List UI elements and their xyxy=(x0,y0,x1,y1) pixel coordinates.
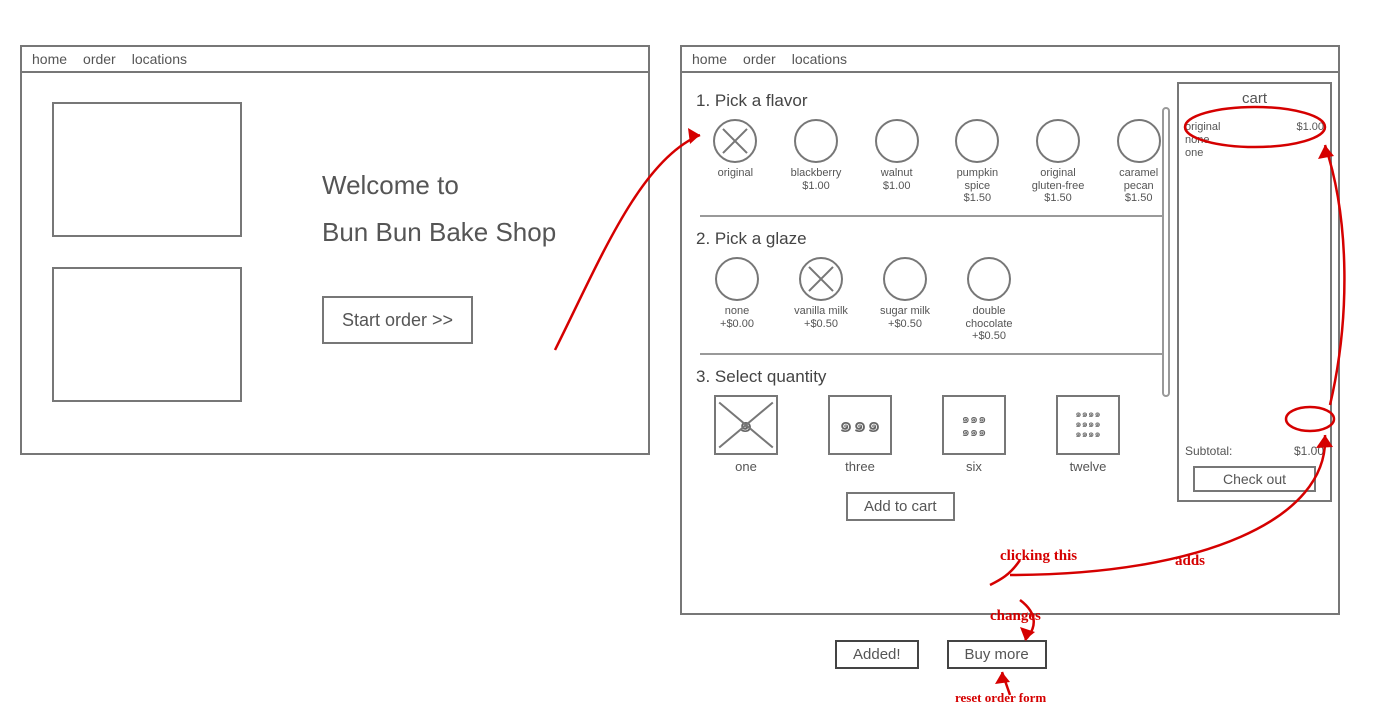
flavor-option[interactable]: blackberry $1.00 xyxy=(787,119,846,205)
subtotal-label: Subtotal: xyxy=(1185,444,1232,458)
radio-icon[interactable] xyxy=(875,119,919,163)
flavor-name: original xyxy=(718,167,753,180)
nav-home[interactable]: home xyxy=(32,51,67,67)
qty-label: one xyxy=(735,459,757,474)
qty-box[interactable]: ๑๑๑ xyxy=(828,395,892,455)
image-placeholder xyxy=(52,102,242,237)
flavor-price: $1.00 xyxy=(802,180,830,193)
flavor-price: $1.00 xyxy=(883,180,911,193)
welcome-text: Welcome to Bun Bun Bake Shop Start order… xyxy=(322,162,556,344)
step1-title: 1. Pick a flavor xyxy=(696,91,1168,111)
nav-order[interactable]: order xyxy=(83,51,116,67)
glaze-name: none xyxy=(725,305,749,318)
annotation-adds: adds xyxy=(1175,553,1205,570)
radio-icon[interactable] xyxy=(967,257,1011,301)
flavor-option[interactable]: walnut $1.00 xyxy=(867,119,926,205)
cart-panel: cart original none one $1.00 Subtotal: $… xyxy=(1177,82,1332,502)
annotation-reset: reset order form xyxy=(955,690,1046,706)
flavor-name: walnut xyxy=(881,167,913,180)
scrollbar[interactable] xyxy=(1162,107,1170,397)
nav-locations[interactable]: locations xyxy=(132,51,187,67)
radio-icon[interactable] xyxy=(955,119,999,163)
glaze-price: +$0.00 xyxy=(720,318,754,331)
flavor-option[interactable]: original xyxy=(706,119,765,205)
navbar: home order locations xyxy=(22,47,648,73)
welcome-line1: Welcome to xyxy=(322,162,556,209)
quantity-row: ๑ one ๑๑๑ three ๑๑๑๑๑๑ six ๑๑๑๑๑๑๑๑๑๑๑๑ … xyxy=(714,395,1168,474)
navbar: home order locations xyxy=(682,47,1338,73)
flavor-option[interactable]: pumpkin spice $1.50 xyxy=(948,119,1007,205)
radio-icon[interactable] xyxy=(799,257,843,301)
qty-box[interactable]: ๑๑๑๑๑๑๑๑๑๑๑๑ xyxy=(1056,395,1120,455)
flavor-row: original blackberry $1.00 walnut $1.00 p… xyxy=(706,119,1168,205)
glaze-option[interactable]: vanilla milk +$0.50 xyxy=(790,257,852,343)
qty-label: three xyxy=(845,459,875,474)
qty-label: six xyxy=(966,459,982,474)
glaze-price: +$0.50 xyxy=(972,330,1006,343)
radio-icon[interactable] xyxy=(715,257,759,301)
checkout-button[interactable]: Check out xyxy=(1193,466,1316,492)
flavor-name: pumpkin spice xyxy=(948,167,1007,192)
flavor-option[interactable]: caramel pecan $1.50 xyxy=(1109,119,1168,205)
quantity-option[interactable]: ๑ one xyxy=(714,395,778,474)
flavor-name: blackberry xyxy=(791,167,842,180)
add-to-cart-button[interactable]: Add to cart xyxy=(846,492,955,521)
annotation-clicking-this: clicking this xyxy=(1000,548,1077,565)
glaze-name: double chocolate xyxy=(958,305,1020,330)
flavor-name: original gluten-free xyxy=(1029,167,1088,192)
after-state-buttons: Added! Buy more xyxy=(835,640,1047,669)
quantity-option[interactable]: ๑๑๑๑๑๑๑๑๑๑๑๑ twelve xyxy=(1056,395,1120,474)
order-form: 1. Pick a flavor original blackberry $1.… xyxy=(696,87,1168,603)
nav-order[interactable]: order xyxy=(743,51,776,67)
radio-icon[interactable] xyxy=(713,119,757,163)
flavor-price: $1.50 xyxy=(1044,192,1072,205)
divider xyxy=(700,353,1164,355)
flavor-price: $1.50 xyxy=(964,192,992,205)
radio-icon[interactable] xyxy=(1036,119,1080,163)
nav-home[interactable]: home xyxy=(692,51,727,67)
start-order-button[interactable]: Start order >> xyxy=(322,296,473,344)
qty-label: twelve xyxy=(1070,459,1107,474)
glaze-option[interactable]: none +$0.00 xyxy=(706,257,768,343)
glaze-row: none +$0.00 vanilla milk +$0.50 sugar mi… xyxy=(706,257,1168,343)
buy-more-button[interactable]: Buy more xyxy=(947,640,1047,669)
flavor-price: $1.50 xyxy=(1125,192,1153,205)
step3-title: 3. Select quantity xyxy=(696,367,1168,387)
glaze-price: +$0.50 xyxy=(888,318,922,331)
divider xyxy=(700,215,1164,217)
flavor-name: caramel pecan xyxy=(1109,167,1168,192)
nav-locations[interactable]: locations xyxy=(792,51,847,67)
order-wireframe: home order locations 1. Pick a flavor or… xyxy=(680,45,1340,615)
cart-item: original none one $1.00 xyxy=(1185,121,1324,161)
step2-title: 2. Pick a glaze xyxy=(696,229,1168,249)
glaze-option[interactable]: sugar milk +$0.50 xyxy=(874,257,936,343)
added-button[interactable]: Added! xyxy=(835,640,919,669)
glaze-option[interactable]: double chocolate +$0.50 xyxy=(958,257,1020,343)
radio-icon[interactable] xyxy=(1117,119,1161,163)
image-placeholder xyxy=(52,267,242,402)
cart-item-price: $1.00 xyxy=(1296,121,1324,161)
cart-item-desc: original none one xyxy=(1185,121,1265,161)
quantity-option[interactable]: ๑๑๑๑๑๑ six xyxy=(942,395,1006,474)
glaze-price: +$0.50 xyxy=(804,318,838,331)
glaze-name: sugar milk xyxy=(880,305,930,318)
annotation-changes: changes xyxy=(990,608,1041,625)
quantity-option[interactable]: ๑๑๑ three xyxy=(828,395,892,474)
home-wireframe: home order locations Welcome to Bun Bun … xyxy=(20,45,650,455)
glaze-name: vanilla milk xyxy=(794,305,848,318)
image-thumbnails xyxy=(52,102,242,402)
radio-icon[interactable] xyxy=(794,119,838,163)
flavor-option[interactable]: original gluten-free $1.50 xyxy=(1029,119,1088,205)
cart-title: cart xyxy=(1185,90,1324,107)
subtotal-value: $1.00 xyxy=(1294,444,1324,458)
welcome-line2: Bun Bun Bake Shop xyxy=(322,209,556,256)
cart-subtotal: Subtotal: $1.00 xyxy=(1185,444,1324,458)
qty-box[interactable]: ๑๑๑๑๑๑ xyxy=(942,395,1006,455)
radio-icon[interactable] xyxy=(883,257,927,301)
qty-box[interactable]: ๑ xyxy=(714,395,778,455)
